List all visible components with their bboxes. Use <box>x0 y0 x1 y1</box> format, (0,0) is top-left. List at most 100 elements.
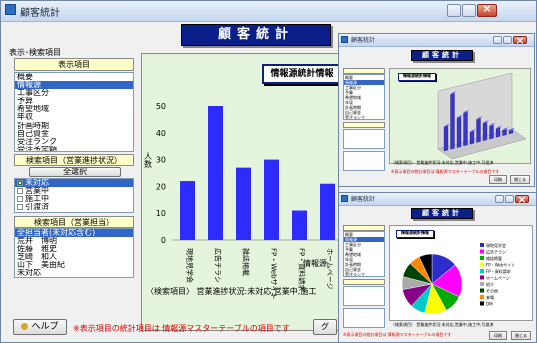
window-title: 顧客統計 <box>20 8 60 19</box>
win3-title-bar: 顧客統計 <box>339 193 536 206</box>
win3-close-text-button[interactable]: 閉じる <box>511 331 531 340</box>
win2-print-button[interactable]: 印刷 <box>489 175 507 184</box>
display-item[interactable]: 計画時期 <box>15 122 133 130</box>
bar <box>236 167 251 240</box>
close-button[interactable] <box>477 2 497 17</box>
win2-banner: 顧客統計 <box>411 50 473 61</box>
x-axis-label: 情報源 <box>303 258 327 268</box>
win3-min-button[interactable] <box>495 195 504 203</box>
rep-item[interactable]: 佐藤 雅史 <box>15 245 133 253</box>
title-bar: 顧客統計 <box>1 1 536 22</box>
display-item[interactable]: 自己資金 <box>15 130 133 138</box>
status-checkbox[interactable] <box>17 187 23 194</box>
x-tick-label: 雑誌掲載 <box>242 248 251 276</box>
display-item[interactable]: 情報源 <box>15 81 133 90</box>
select-all-button[interactable]: 全選択 <box>29 167 121 177</box>
win2-display-list[interactable]: 概要情報源工事区分予算希望地域年収計画時期自己資金受注ランク受注予定額受注額 <box>343 74 385 120</box>
legend-label: FP・資料請求 <box>486 268 511 274</box>
win2-title: 顧客統計 <box>351 37 376 44</box>
app-icon <box>5 4 16 15</box>
bar-3d <box>495 127 501 138</box>
legend-swatch <box>480 288 484 293</box>
x-tick-label: ホームページ <box>326 248 334 290</box>
bar-3d <box>502 129 507 136</box>
win2-close-button[interactable] <box>513 34 527 47</box>
status-label: 営業中 <box>25 187 49 196</box>
status-checkbox[interactable] <box>17 195 23 202</box>
graph-button-partial[interactable]: グ <box>313 319 337 335</box>
status-header: 検索項目（営業進捗状況） <box>14 154 134 166</box>
bottom-notice: ※表示項目の統計項目は 情報源マスターテーブルの項目です <box>73 324 290 333</box>
display-item[interactable]: 受注ランク <box>15 138 133 146</box>
legend-swatch <box>480 243 484 247</box>
left-group-title: 表示･検索項目 <box>9 48 61 57</box>
status-checkbox[interactable] <box>17 203 23 210</box>
win3-rep-list[interactable] <box>343 308 385 328</box>
rep-header: 検索項目（営業担当） <box>14 216 134 228</box>
legend-swatch <box>480 282 484 286</box>
win2-footer: 〈検索項目〉 営業進捗状況:未対応,営業中,施工中,引渡済 <box>391 160 494 165</box>
win3-print-button[interactable]: 印刷 <box>489 331 507 340</box>
display-items-list[interactable]: 概要情報源工事区分予算希望地域年収計画時期自己資金受注ランク受注予定額受注額 <box>14 72 134 152</box>
rep-item[interactable]: 山下 美由紀 <box>15 261 133 269</box>
legend-swatch <box>480 301 484 306</box>
display-item[interactable]: 年収 <box>15 113 133 121</box>
status-item[interactable]: 引渡済 <box>15 203 133 211</box>
win3-display-list[interactable]: 概要情報源工事区分予算希望地域年収計画時期自己資金受注ランク受注予定額受注額 <box>343 231 385 277</box>
bar-3d <box>482 122 488 141</box>
pie-chart: 現地見学会広告チラシ雑誌掲載 FP・WebサイトFP・資料請求ホームページ紹介その… <box>401 242 515 315</box>
rep-item[interactable]: 未対応 <box>15 269 133 277</box>
display-item[interactable]: 概要 <box>15 73 133 81</box>
status-item[interactable]: 未対応 <box>15 179 133 188</box>
y-axis-label: 人数 <box>144 152 153 169</box>
win2-max-button[interactable] <box>503 36 512 44</box>
x-tick-label: 現地見学会 <box>186 248 195 283</box>
win2-min-button[interactable] <box>493 36 502 44</box>
bar-3d <box>469 130 475 145</box>
win2-close-text-button[interactable]: 閉じる <box>510 175 530 184</box>
win3-title: 顧客統計 <box>351 196 376 203</box>
status-item[interactable]: 施工中 <box>15 195 133 203</box>
legend-swatch <box>480 275 484 280</box>
bar <box>320 183 335 240</box>
help-button[interactable]: ヘルプ <box>13 319 67 335</box>
display-item[interactable]: 工事区分 <box>15 89 133 97</box>
win3-max-button[interactable] <box>505 195 514 203</box>
window-pie-chart: 顧客統計 顧客統計 概要情報源工事区分予算希望地域年収計画時期自己資金受注ランク… <box>338 192 537 343</box>
y-tick-label: 50 <box>156 102 166 111</box>
display-item[interactable]: 希望地域 <box>15 105 133 113</box>
win2-rep-list[interactable] <box>343 151 385 171</box>
status-list[interactable]: 未対応 営業中 施工中 引渡済 <box>14 178 134 213</box>
legend-label: 現地見学会 <box>486 242 506 248</box>
minimize-button[interactable] <box>447 4 461 17</box>
rep-item[interactable]: 荒井 博明 <box>15 237 133 245</box>
legend-swatch <box>480 256 484 260</box>
win2-status-list[interactable] <box>343 129 385 149</box>
bar-3d <box>476 118 481 143</box>
bar <box>180 181 195 240</box>
display-item[interactable]: 受注予定額 <box>15 146 133 151</box>
legend-swatch <box>480 262 484 267</box>
rep-item[interactable]: 芝崎 和人 <box>15 253 133 261</box>
maximize-button[interactable] <box>462 4 476 17</box>
legend-label: FP・Webサイト <box>486 263 515 268</box>
rep-item[interactable]: 全担当者(未対応含む) <box>15 229 133 238</box>
bar-chart: 01020304050人数現地見学会 広告チラシ 雑誌掲載 FP・Webサイト FP・資… <box>144 102 338 300</box>
win2-notice: ※表示項目の統計項目は 情報源マスターテーブルの項目です <box>391 169 500 174</box>
win3-app-icon <box>341 195 348 202</box>
display-item[interactable]: 予算 <box>15 97 133 105</box>
win3-close-button[interactable] <box>515 193 529 206</box>
win3-footer: 〈検索項目〉 営業進捗状況:未対応,営業中,施工中,引渡済 <box>391 322 494 327</box>
status-label: 引渡済 <box>25 203 49 212</box>
status-checkbox[interactable] <box>17 179 23 186</box>
x-tick-label: 広告チラシ <box>214 248 223 283</box>
status-label: 施工中 <box>25 195 49 204</box>
bar-3d <box>456 116 462 148</box>
bar-3d <box>463 111 468 147</box>
win3-status-list[interactable] <box>343 286 385 306</box>
status-item[interactable]: 営業中 <box>15 187 133 195</box>
chart-footer: 〈検索項目〉 営業進捗状況:未対応,営業中,施工 <box>146 286 316 296</box>
rep-list[interactable]: 全担当者(未対応含む) 荒井 博明 佐藤 雅史 芝崎 和人 山下 美由紀 未対応 <box>14 228 134 278</box>
bar <box>292 210 307 240</box>
win3-notice: ※表示項目の統計項目は 情報源マスターテーブルの項目です <box>343 332 452 337</box>
